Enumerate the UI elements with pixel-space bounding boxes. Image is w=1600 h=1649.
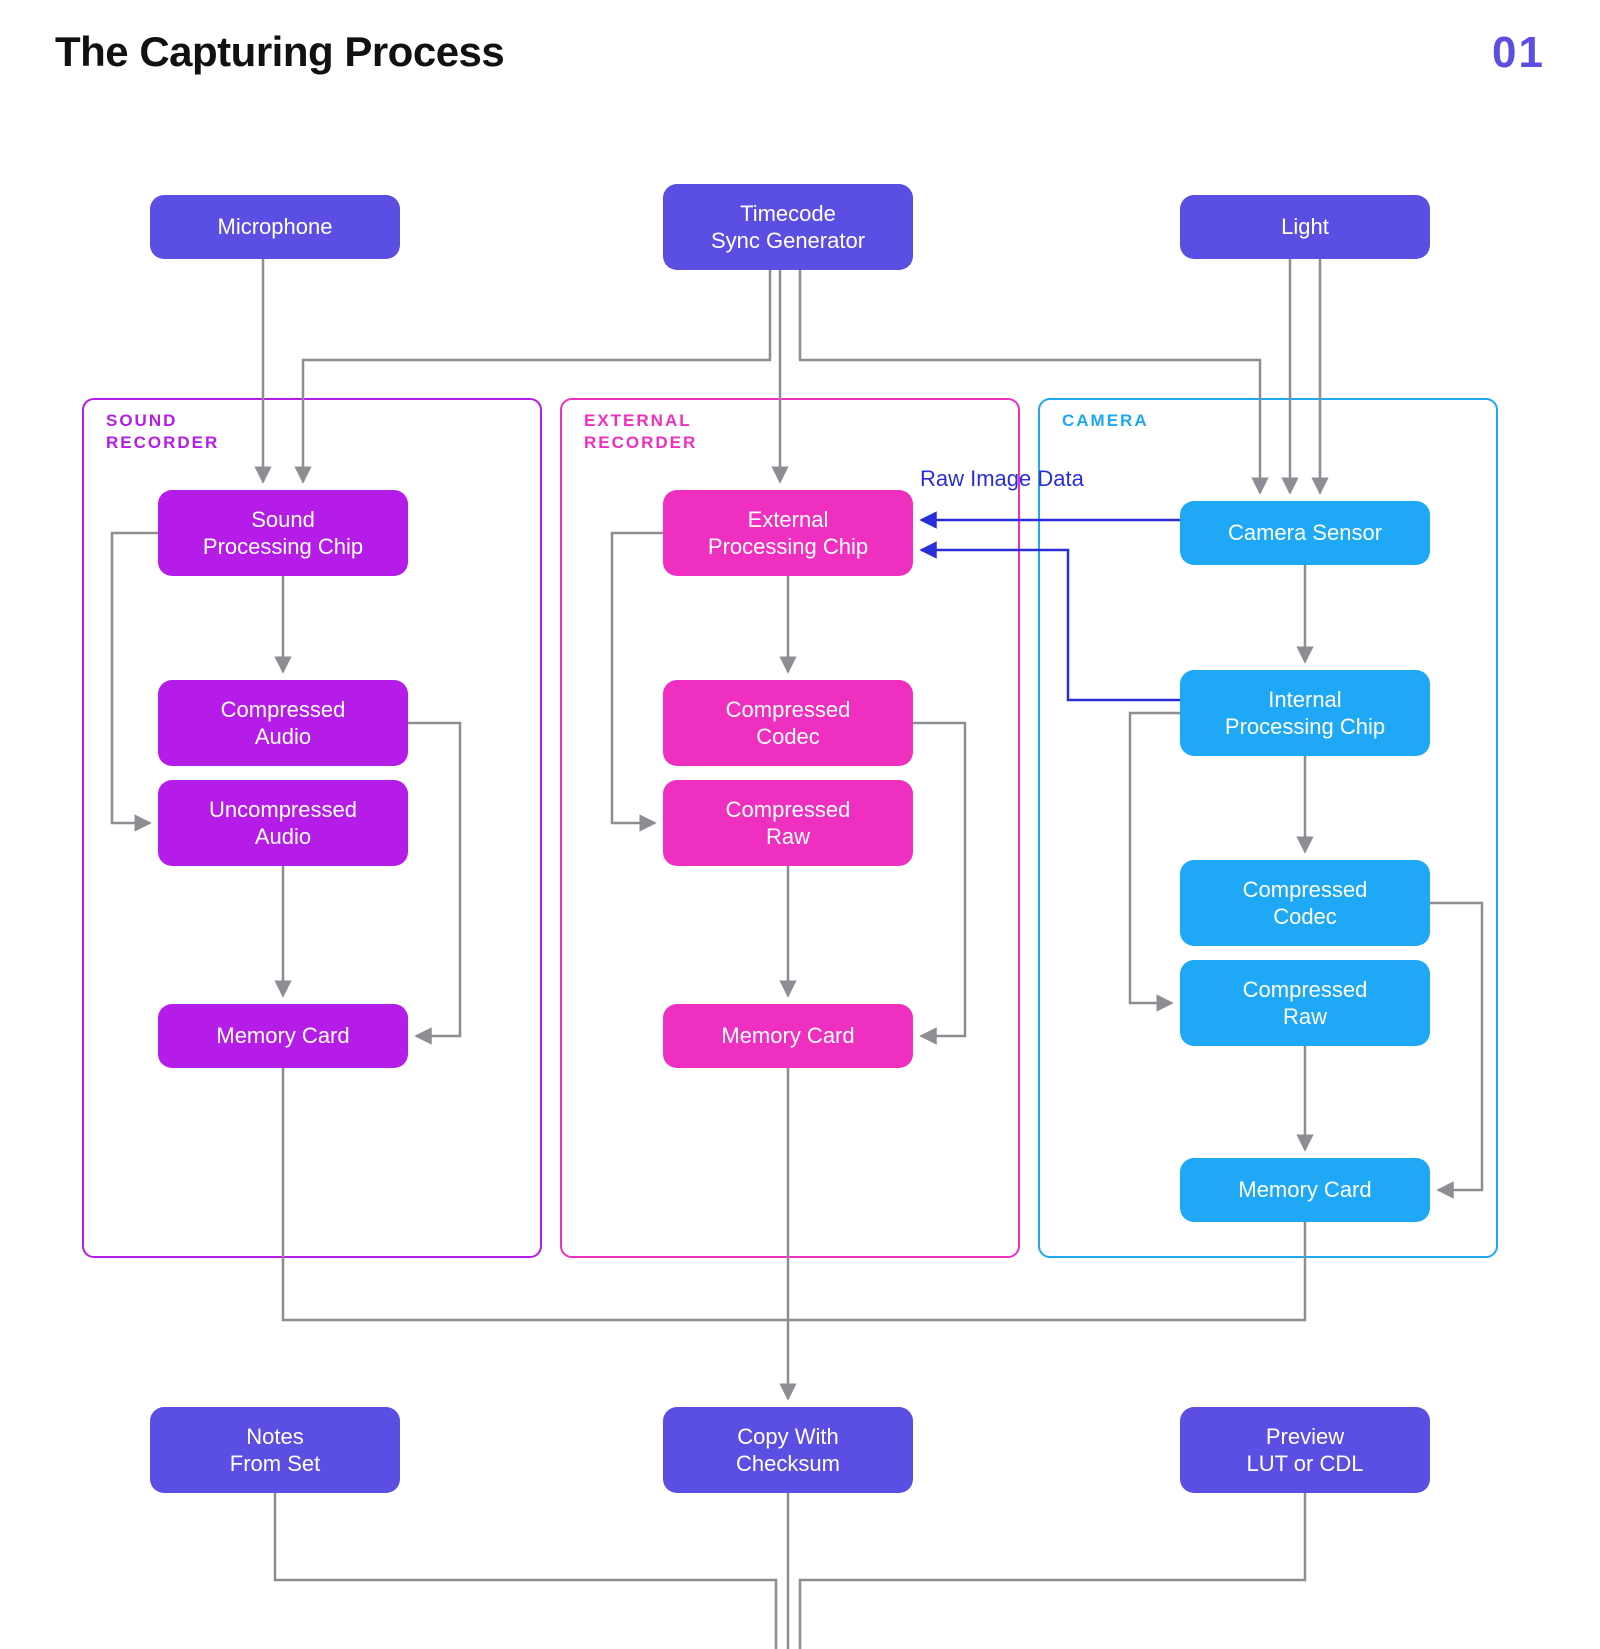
node-sound-memory: Memory Card: [158, 1004, 408, 1068]
node-cam-compressed-raw: CompressedRaw: [1180, 960, 1430, 1046]
node-copy-with-checksum: Copy WithChecksum: [663, 1407, 913, 1493]
node-ext-compressed-codec: CompressedCodec: [663, 680, 913, 766]
group-label-external: EXTERNALRECORDER: [584, 410, 697, 454]
node-cam-memory: Memory Card: [1180, 1158, 1430, 1222]
node-external-chip: ExternalProcessing Chip: [663, 490, 913, 576]
node-light: Light: [1180, 195, 1430, 259]
page-number: 01: [1492, 28, 1545, 78]
node-preview-lut-cdl: PreviewLUT or CDL: [1180, 1407, 1430, 1493]
node-notes-from-set: NotesFrom Set: [150, 1407, 400, 1493]
node-compressed-audio: CompressedAudio: [158, 680, 408, 766]
node-ext-memory: Memory Card: [663, 1004, 913, 1068]
node-ext-compressed-raw: CompressedRaw: [663, 780, 913, 866]
node-sound-chip: SoundProcessing Chip: [158, 490, 408, 576]
node-camera-sensor: Camera Sensor: [1180, 501, 1430, 565]
annotation-raw-image-data: Raw Image Data: [920, 466, 1084, 492]
page-title: The Capturing Process: [55, 28, 504, 76]
node-cam-compressed-codec: CompressedCodec: [1180, 860, 1430, 946]
group-label-camera: CAMERA: [1062, 410, 1149, 432]
node-microphone: Microphone: [150, 195, 400, 259]
node-internal-chip: InternalProcessing Chip: [1180, 670, 1430, 756]
node-uncompressed-audio: UncompressedAudio: [158, 780, 408, 866]
group-label-sound: SOUNDRECORDER: [106, 410, 219, 454]
node-timecode-sync: TimecodeSync Generator: [663, 184, 913, 270]
